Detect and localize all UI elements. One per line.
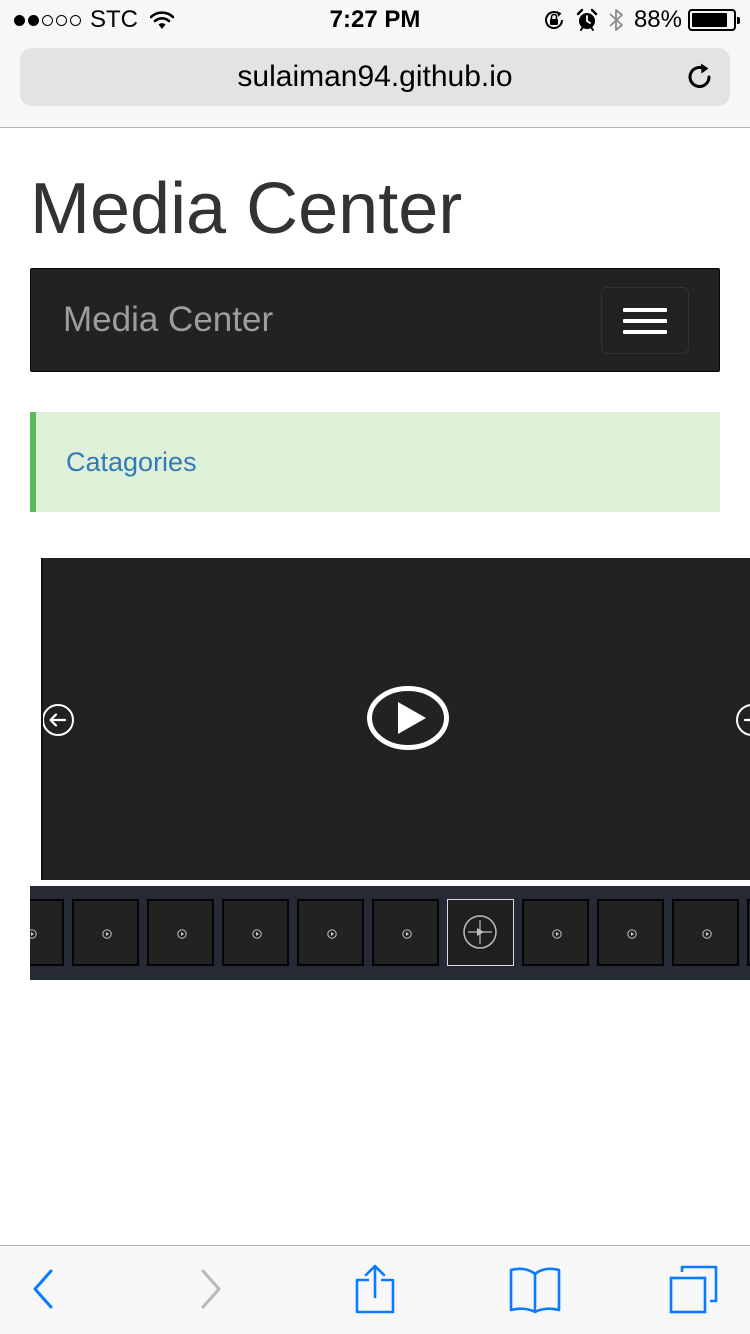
- hamburger-bar-icon: [623, 308, 667, 312]
- address-bar[interactable]: sulaiman94.github.io: [20, 48, 730, 106]
- status-bar: STC 7:27 PM 88%: [0, 0, 750, 40]
- alarm-icon: [576, 8, 598, 31]
- hamburger-bar-icon: [623, 330, 667, 334]
- categories-link[interactable]: Catagories: [66, 412, 197, 512]
- thumbnail-partial[interactable]: [30, 899, 64, 966]
- thumbnail[interactable]: [522, 899, 589, 966]
- forward-icon[interactable]: [198, 1264, 224, 1314]
- battery-nub: [737, 17, 740, 24]
- media-player[interactable]: [41, 558, 750, 880]
- thumbnail[interactable]: [672, 899, 739, 966]
- url-text[interactable]: sulaiman94.github.io: [20, 48, 730, 106]
- categories-alert: Catagories: [30, 412, 720, 512]
- play-small-icon: [30, 929, 37, 939]
- thumbnail[interactable]: [72, 899, 139, 966]
- play-small-icon: [552, 929, 562, 939]
- bluetooth-icon: [609, 9, 623, 31]
- tabs-icon[interactable]: [668, 1264, 720, 1314]
- play-small-icon: [102, 929, 112, 939]
- arrow-right-icon[interactable]: [735, 703, 750, 737]
- thumbnail[interactable]: [597, 899, 664, 966]
- play-small-icon: [327, 929, 337, 939]
- navbar: Media Center: [30, 268, 720, 372]
- status-right: 88%: [532, 6, 740, 34]
- play-small-icon: [252, 929, 262, 939]
- page-title: Media Center: [30, 169, 463, 249]
- thumbnail[interactable]: [147, 899, 214, 966]
- hamburger-bar-icon: [623, 319, 667, 323]
- thumbnail[interactable]: [372, 899, 439, 966]
- battery-percent: 88%: [633, 6, 682, 33]
- crosshair-icon: [463, 915, 497, 949]
- thumbnail[interactable]: [222, 899, 289, 966]
- back-icon[interactable]: [30, 1264, 56, 1314]
- play-small-icon: [702, 929, 712, 939]
- bookmarks-icon[interactable]: [508, 1264, 562, 1314]
- play-small-icon: [177, 929, 187, 939]
- orientation-lock-icon: [544, 11, 563, 29]
- share-icon[interactable]: [354, 1264, 396, 1314]
- play-small-icon: [402, 929, 412, 939]
- play-icon[interactable]: [367, 685, 449, 751]
- thumbnail[interactable]: [297, 899, 364, 966]
- reload-icon[interactable]: [684, 61, 716, 93]
- navbar-toggle-button[interactable]: [601, 287, 689, 354]
- browser-toolbar: [0, 1245, 750, 1334]
- navbar-brand[interactable]: Media Center: [63, 269, 273, 371]
- arrow-left-icon[interactable]: [41, 703, 75, 737]
- browser-address-area: sulaiman94.github.io: [0, 40, 750, 128]
- battery-icon: [688, 9, 740, 31]
- battery-level-fill: [692, 13, 727, 27]
- thumbnail-strip[interactable]: [30, 886, 750, 980]
- thumbnail-active[interactable]: [447, 899, 514, 966]
- play-small-icon: [627, 929, 637, 939]
